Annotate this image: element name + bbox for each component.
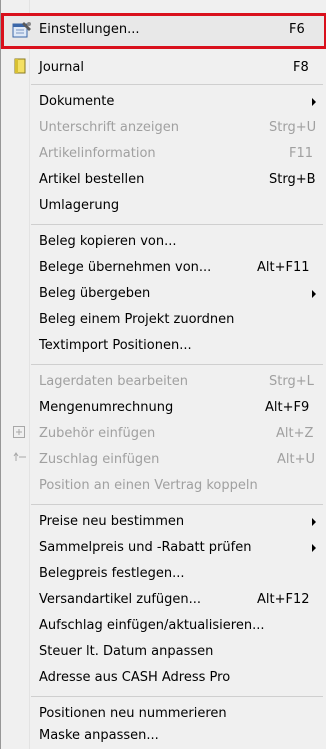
menu-item-shortcut: Strg+L [269,374,314,389]
menu-item-beleg-uebergeben[interactable]: Beleg übergeben [1,281,326,307]
menu-item-shortcut: Alt+F12 [257,592,310,607]
add-accessory-icon [13,426,25,438]
submenu-arrow-icon [312,544,316,552]
menu-item-label: Versandartikel zufügen... [39,592,202,607]
menu-item-label: Belege übernehmen von... [39,260,212,275]
menu-item-label: Mengenumrechnung [39,400,174,415]
menu-item-unterschrift-anzeigen[interactable]: Unterschrift anzeigen Strg+U [1,115,326,141]
menu-item-position-vertrag-koppeln[interactable]: Position an einen Vertrag koppeln [1,473,326,499]
menu-item-label: Beleg übergeben [39,286,151,301]
menu-item-preise-neu-bestimmen[interactable]: Preise neu bestimmen [1,509,326,535]
menu-item-artikelinformation[interactable]: Artikelinformation F11 [1,141,326,167]
menu-item-label: Journal [39,60,84,75]
menu-item-zuschlag-einfuegen[interactable]: Zuschlag einfügen Alt+U [1,447,326,473]
menu-item-adresse-cash-adress-pro[interactable]: Adresse aus CASH Adress Pro [1,665,326,691]
menu-item-label: Maske anpassen... [39,728,159,743]
menu-item-artikel-bestellen[interactable]: Artikel bestellen Strg+B [1,167,326,193]
menu-item-label: Adresse aus CASH Adress Pro [39,670,231,685]
menu-separator [31,364,323,365]
menu-item-mengenumrechnung[interactable]: Mengenumrechnung Alt+F9 [1,395,326,421]
menu-item-maske-anpassen[interactable]: Maske anpassen... [1,723,326,749]
menu-item-shortcut: Alt+F9 [265,400,310,415]
surcharge-icon [13,452,26,461]
menu-item-label: Position an einen Vertrag koppeln [39,478,258,493]
menu-item-shortcut: Strg+U [269,120,317,135]
menu-item-shortcut: Strg+B [269,172,316,187]
menu-item-textimport-positionen[interactable]: Textimport Positionen... [1,333,326,359]
menu-item-label: Beleg einem Projekt zuordnen [39,312,235,327]
menu-item-lagerdaten-bearbeiten[interactable]: Lagerdaten bearbeiten Strg+L [1,369,326,395]
menu-item-belege-uebernehmen[interactable]: Belege übernehmen von... Alt+F11 [1,255,326,281]
menu-item-shortcut: Alt+U [277,452,316,467]
submenu-arrow-icon [312,290,316,298]
menu-item-label: Artikelinformation [39,146,156,161]
menu-item-shortcut: F11 [289,146,314,161]
menu-separator [31,696,323,697]
menu-item-zubehoer-einfuegen[interactable]: Zubehör einfügen Alt+Z [1,421,326,447]
menu-item-label: Unterschrift anzeigen [39,120,180,135]
menu-item-label: Steuer lt. Datum anpassen [39,644,214,659]
menu-item-label: Aufschlag einfügen/aktualisieren... [39,618,265,633]
menu-item-label: Belegpreis festlegen... [39,566,185,581]
menu-item-label: Positionen neu nummerieren [39,706,227,721]
menu-item-label: Lagerdaten bearbeiten [39,374,189,389]
menu-item-dokumente[interactable]: Dokumente [1,89,326,115]
menu-item-belegpreis-festlegen[interactable]: Belegpreis festlegen... [1,561,326,587]
menu-item-beleg-projekt-zuordnen[interactable]: Beleg einem Projekt zuordnen [1,307,326,333]
settings-window-icon [12,22,31,38]
menu-item-journal[interactable]: Journal F8 [1,55,326,81]
menu-item-label: Zubehör einfügen [39,426,156,441]
journal-book-icon [14,58,26,74]
menu-item-versandartikel-zufuegen[interactable]: Versandartikel zufügen... Alt+F12 [1,587,326,613]
menu-item-shortcut: Alt+Z [276,426,314,441]
menu-item-shortcut: F8 [293,60,309,75]
submenu-arrow-icon [312,518,316,526]
menu-item-umlagerung[interactable]: Umlagerung [1,193,326,219]
menu-item-beleg-kopieren[interactable]: Beleg kopieren von... [1,229,326,255]
menu-item-sammelpreis-rabatt[interactable]: Sammelpreis und -Rabatt prüfen [1,535,326,561]
menu-item-aufschlag-einfuegen[interactable]: Aufschlag einfügen/aktualisieren... [1,613,326,639]
menu-item-steuer-datum-anpassen[interactable]: Steuer lt. Datum anpassen [1,639,326,665]
menu-item-label: Einstellungen... [39,22,140,37]
menu-separator [31,504,323,505]
menu-item-label: Dokumente [39,94,115,109]
menu-separator [31,84,323,85]
context-menu: Einstellungen... F6 Journal F8 Dokumente… [0,0,326,749]
menu-item-label: Artikel bestellen [39,172,145,187]
menu-item-label: Beleg kopieren von... [39,234,177,249]
menu-item-einstellungen[interactable]: Einstellungen... F6 [1,13,326,49]
menu-separator [31,224,323,225]
menu-item-shortcut: F6 [289,22,305,37]
submenu-arrow-icon [312,98,316,106]
menu-item-label: Umlagerung [39,198,120,213]
menu-item-label: Zuschlag einfügen [39,452,160,467]
menu-item-label: Preise neu bestimmen [39,514,185,529]
menu-item-shortcut: Alt+F11 [257,260,310,275]
menu-item-label: Sammelpreis und -Rabatt prüfen [39,540,252,555]
menu-item-label: Textimport Positionen... [39,338,192,353]
